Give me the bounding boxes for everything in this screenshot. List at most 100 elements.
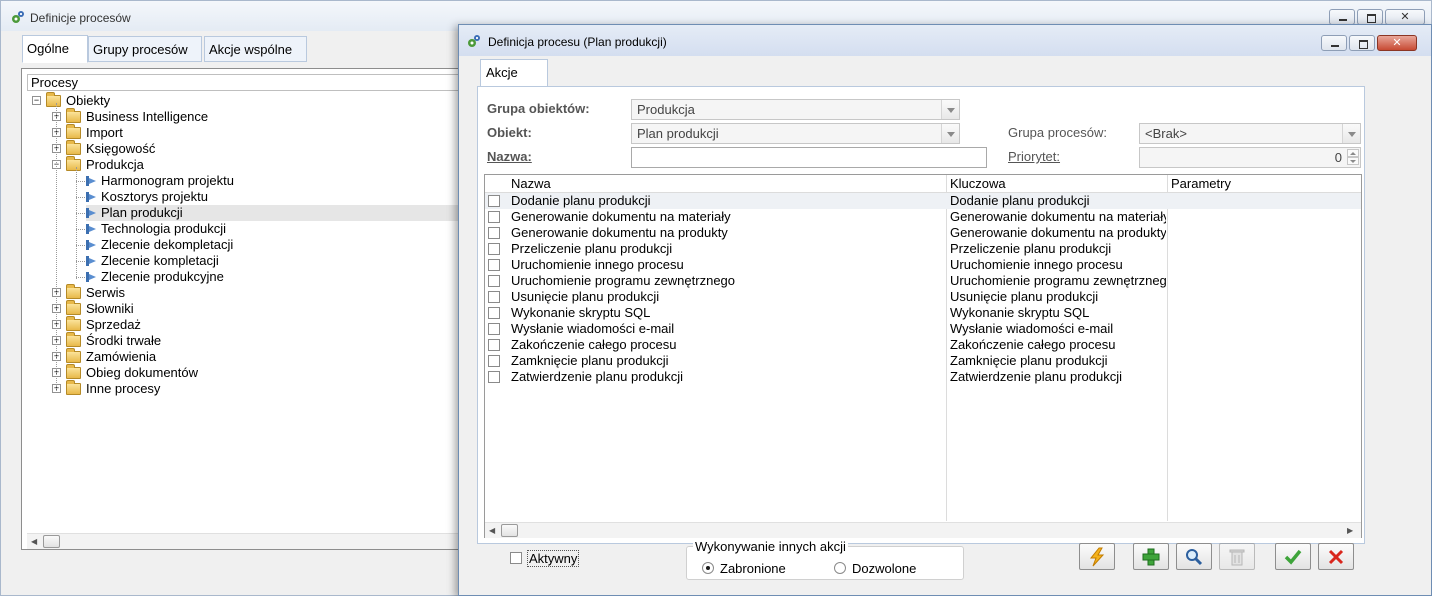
radio-zabronione-label[interactable]: Zabronione — [720, 561, 786, 576]
ok-button[interactable] — [1275, 543, 1311, 570]
search-icon — [1186, 549, 1203, 566]
search-button[interactable] — [1176, 543, 1212, 570]
tree-folder-node[interactable]: − Produkcja — [52, 156, 460, 173]
column-header-nazwa[interactable]: Nazwa — [511, 175, 551, 192]
column-header-kluczowa[interactable]: Kluczowa — [950, 175, 1006, 192]
dialog-close-button[interactable] — [1377, 35, 1417, 51]
cell-kluczowa: Usunięcie planu produkcji — [950, 289, 1099, 304]
table-row[interactable]: Dodanie planu produkcji Dodanie planu pro… — [485, 193, 1361, 209]
chevron-down-icon[interactable] — [941, 124, 959, 143]
row-checkbox[interactable] — [488, 323, 500, 335]
scroll-right-icon[interactable]: ▶ — [1347, 526, 1353, 535]
obiekt-combo[interactable]: Plan produkcji — [631, 123, 960, 144]
tab-grupy-procesow[interactable]: Grupy procesów — [88, 36, 202, 62]
table-row[interactable]: Przeliczenie planu produkcji Przeliczenie… — [485, 241, 1361, 257]
table-row[interactable]: Uruchomienie innego procesu Uruchomienie … — [485, 257, 1361, 273]
radio-dozwolone-label[interactable]: Dozwolone — [852, 561, 916, 576]
tree-process-node[interactable]: Harmonogram projektu — [76, 173, 460, 189]
tree-folder-node[interactable]: + Księgowość — [52, 140, 460, 157]
tree-process-node[interactable]: Kosztorys projektu — [76, 189, 460, 205]
cell-nazwa: Zamknięcie planu produkcji — [511, 353, 669, 368]
table-row[interactable]: Generowanie dokumentu na materiały Genero… — [485, 209, 1361, 225]
row-checkbox[interactable] — [488, 307, 500, 319]
tree-folder-node[interactable]: + Zamówienia — [52, 348, 460, 365]
table-row[interactable]: Wykonanie skryptu SQL Wykonanie skryptu S… — [485, 305, 1361, 321]
grupa-obiektow-combo[interactable]: Produkcja — [631, 99, 960, 120]
process-icon — [86, 176, 96, 186]
row-checkbox[interactable] — [488, 291, 500, 303]
table-row[interactable]: Zamknięcie planu produkcji Zamknięcie pla… — [485, 353, 1361, 369]
radio-zabronione[interactable] — [702, 562, 714, 574]
tree-process-node[interactable]: Zlecenie produkcyjne — [76, 269, 460, 285]
tree-folder-node[interactable]: + Import — [52, 124, 460, 141]
spin-down-icon[interactable] — [1347, 157, 1359, 165]
tab-akcje[interactable]: Akcje — [480, 59, 548, 87]
table-row[interactable]: Zakończenie całego procesu Zakończenie ca… — [485, 337, 1361, 353]
dialog-minimize-button[interactable] — [1321, 35, 1347, 51]
table-row[interactable]: Generowanie dokumentu na produkty Generow… — [485, 225, 1361, 241]
tree-folder-node[interactable]: + Obieg dokumentów — [52, 364, 460, 381]
dialog-maximize-button[interactable] — [1349, 35, 1375, 51]
spin-up-icon[interactable] — [1347, 149, 1359, 157]
row-checkbox[interactable] — [488, 195, 500, 207]
tree-node-label: Zamówienia — [86, 349, 157, 364]
column-header-parametry[interactable]: Parametry — [1171, 175, 1231, 192]
scroll-thumb[interactable] — [501, 524, 518, 537]
tree-folder-node[interactable]: + Sprzedaż — [52, 316, 460, 333]
table-row[interactable]: Zatwierdzenie planu produkcji Zatwierdzen… — [485, 369, 1361, 385]
tree-horizontal-scrollbar[interactable]: ◀ — [27, 533, 461, 549]
delete-button[interactable] — [1219, 543, 1255, 570]
priorytet-spinner[interactable]: 0 — [1139, 147, 1361, 168]
radio-dozwolone[interactable] — [834, 562, 846, 574]
tree-folder-node[interactable]: + Business Intelligence — [52, 108, 460, 125]
row-checkbox[interactable] — [488, 227, 500, 239]
minimize-button[interactable] — [1329, 9, 1355, 25]
tree-folder-node[interactable]: + Serwis — [52, 284, 460, 301]
cell-kluczowa: Zatwierdzenie planu produkcji — [950, 369, 1122, 384]
row-checkbox[interactable] — [488, 275, 500, 287]
row-checkbox[interactable] — [488, 259, 500, 271]
tree-node-label: Produkcja — [86, 157, 144, 172]
tree-process-node[interactable]: Technologia produkcji — [76, 221, 460, 237]
tab-ogolne[interactable]: Ogólne — [22, 35, 88, 63]
add-button[interactable] — [1133, 543, 1169, 570]
tree-process-node[interactable]: Zlecenie dekompletacji — [76, 237, 460, 253]
process-icon — [86, 272, 96, 282]
table-row[interactable]: Wysłanie wiadomości e-mail Wysłanie wiado… — [485, 321, 1361, 337]
table-row[interactable]: Usunięcie planu produkcji Usunięcie planu… — [485, 289, 1361, 305]
grid-horizontal-scrollbar[interactable]: ◀ ▶ — [485, 522, 1361, 538]
row-checkbox[interactable] — [488, 243, 500, 255]
process-tree[interactable]: Procesy − Obiekty + Business Intelligence + I… — [21, 68, 467, 550]
tree-folder-node[interactable]: + Słowniki — [52, 300, 460, 317]
collapse-icon[interactable]: − — [32, 96, 41, 105]
row-checkbox[interactable] — [488, 371, 500, 383]
chevron-down-icon[interactable] — [941, 100, 959, 119]
aktywny-label[interactable]: Aktywny — [527, 550, 580, 567]
scroll-left-icon[interactable]: ◀ — [31, 537, 37, 546]
tree-folder-node[interactable]: + Inne procesy — [52, 380, 460, 397]
chevron-down-icon[interactable] — [1342, 124, 1360, 143]
table-row[interactable]: Uruchomienie programu zewnętrznego Urucho… — [485, 273, 1361, 289]
tab-akcje-wspolne[interactable]: Akcje wspólne — [204, 36, 307, 62]
folder-icon — [66, 348, 81, 363]
tree-column-header[interactable]: Procesy — [27, 74, 467, 91]
close-button[interactable] — [1385, 9, 1425, 25]
maximize-button[interactable] — [1357, 9, 1383, 25]
row-checkbox[interactable] — [488, 211, 500, 223]
cancel-button[interactable] — [1318, 543, 1354, 570]
tree-folder-node[interactable]: − Obiekty — [32, 92, 460, 109]
cross-icon — [1328, 549, 1344, 565]
tree-node-label: Harmonogram projektu — [101, 173, 234, 188]
row-checkbox[interactable] — [488, 355, 500, 367]
row-checkbox[interactable] — [488, 339, 500, 351]
nazwa-input[interactable] — [631, 147, 987, 168]
aktywny-checkbox[interactable] — [510, 552, 522, 564]
tree-folder-node[interactable]: + Środki trwałe — [52, 332, 460, 349]
run-button[interactable] — [1079, 543, 1115, 570]
scroll-thumb[interactable] — [43, 535, 60, 548]
scroll-left-icon[interactable]: ◀ — [489, 526, 495, 535]
tree-process-node[interactable]: Zlecenie kompletacji — [76, 253, 460, 269]
tree-process-node[interactable]: Plan produkcji — [76, 205, 460, 221]
grupa-procesow-combo[interactable]: <Brak> — [1139, 123, 1361, 144]
actions-grid[interactable]: Nazwa Kluczowa Parametry Dodanie planu p… — [484, 174, 1362, 538]
